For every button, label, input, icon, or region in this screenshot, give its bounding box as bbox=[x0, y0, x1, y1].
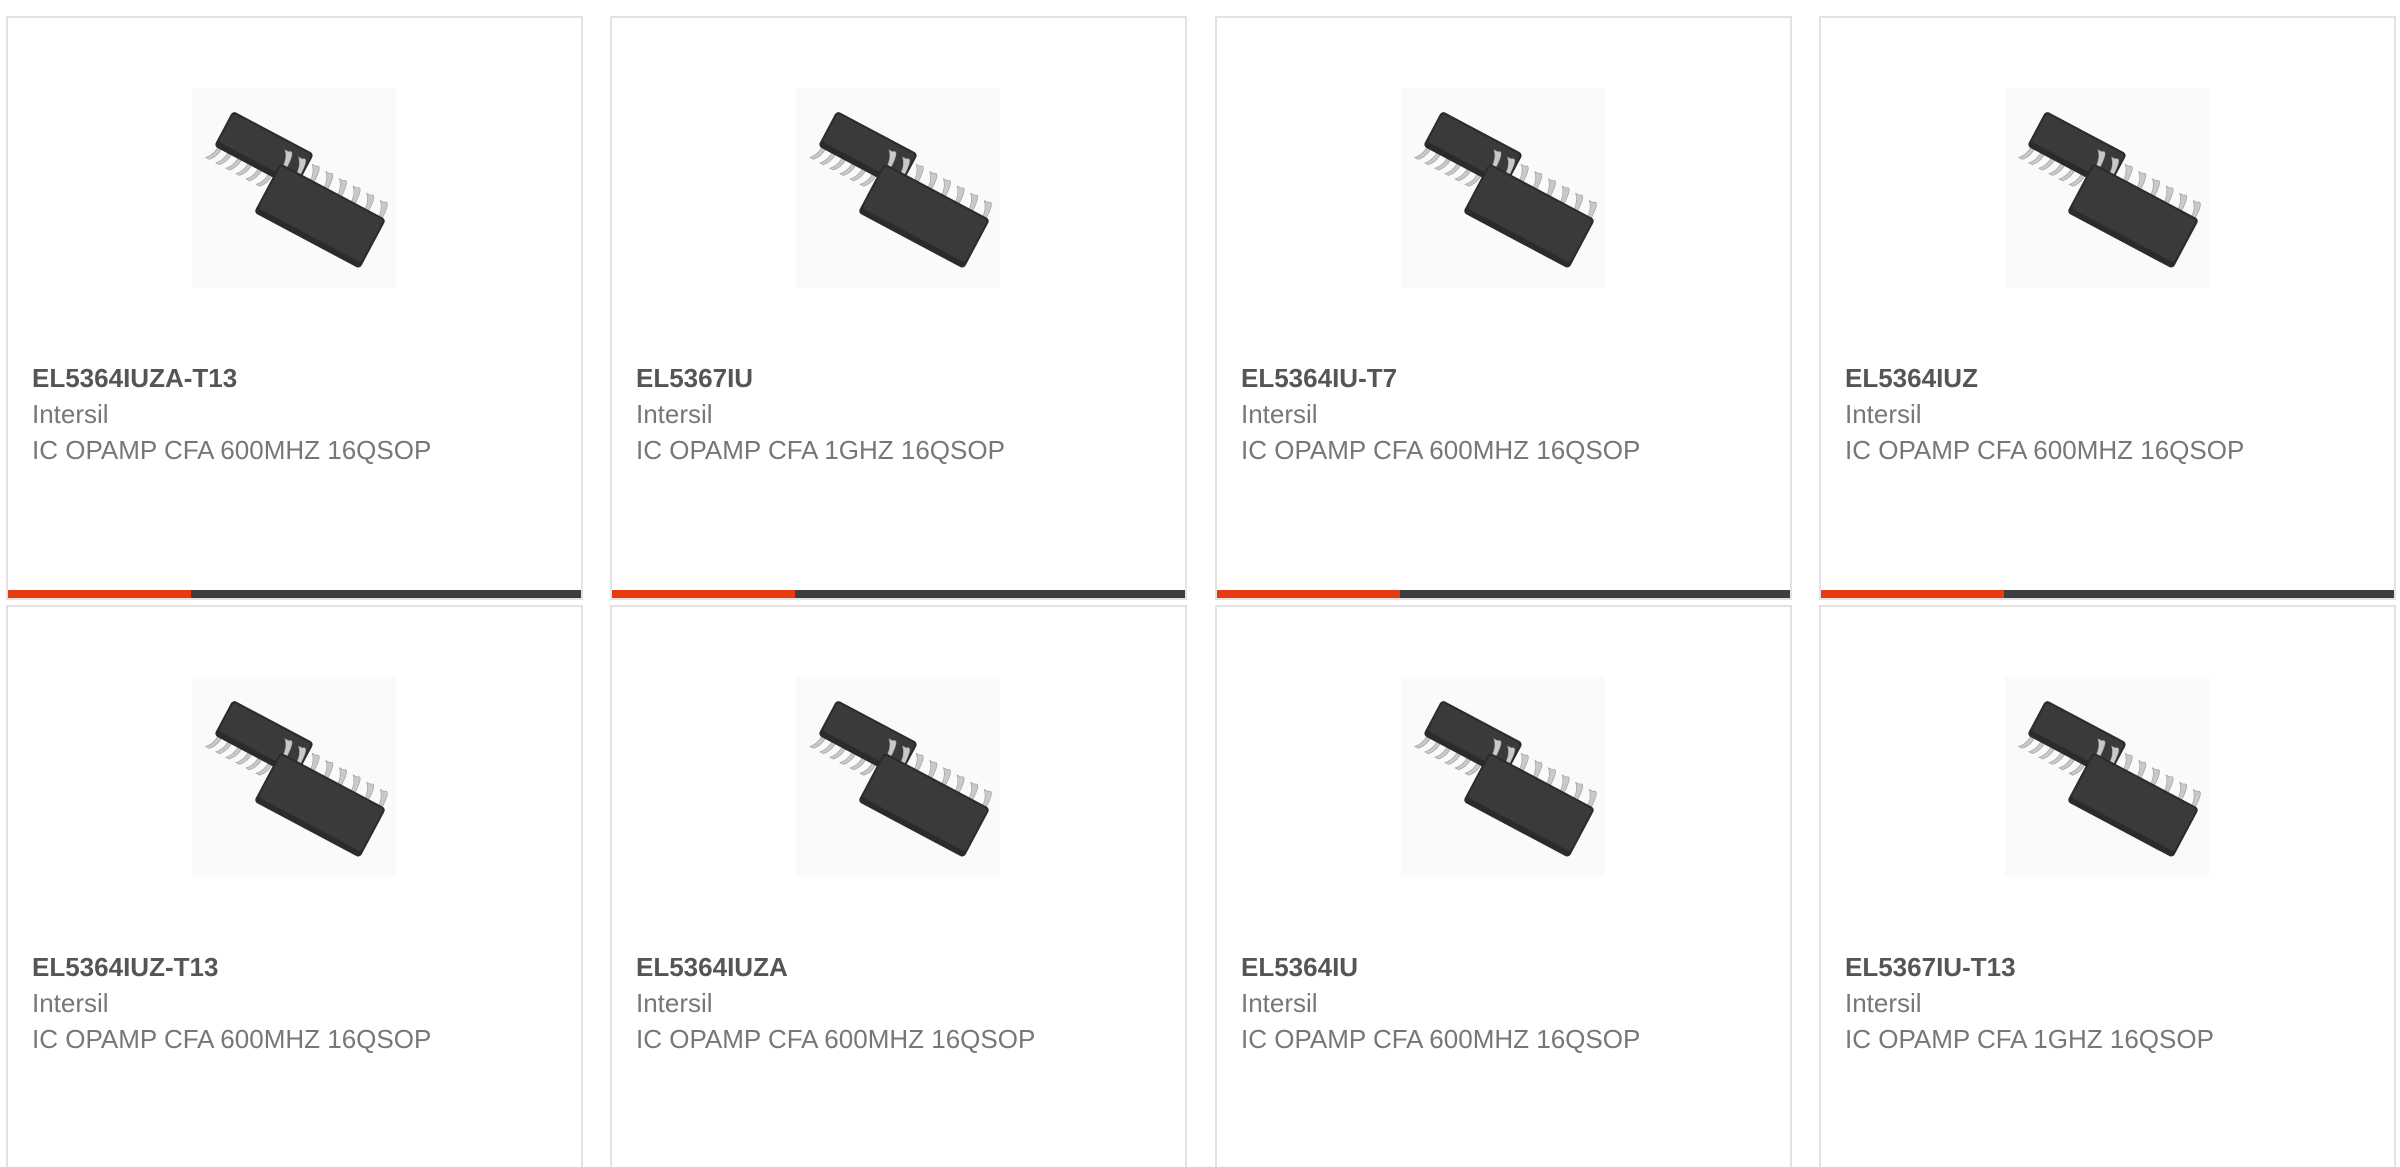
product-card[interactable]: EL5364IUZ Intersil IC OPAMP CFA 600MHZ 1… bbox=[1819, 16, 2396, 600]
product-card[interactable]: EL5367IU-T13 Intersil IC OPAMP CFA 1GHZ … bbox=[1819, 605, 2396, 1167]
card-bar bbox=[1821, 590, 2394, 598]
description: IC OPAMP CFA 600MHZ 16QSOP bbox=[1241, 1024, 1641, 1054]
ic-chip-icon[interactable] bbox=[2005, 88, 2209, 288]
manufacturer: Intersil bbox=[636, 399, 713, 429]
ic-chip-icon[interactable] bbox=[192, 88, 396, 288]
description: IC OPAMP CFA 600MHZ 16QSOP bbox=[1241, 435, 1641, 465]
ic-chip-icon[interactable] bbox=[1401, 88, 1605, 288]
part-number[interactable]: EL5364IUZ-T13 bbox=[32, 949, 472, 985]
product-card[interactable]: EL5364IUZA-T13 Intersil IC OPAMP CFA 600… bbox=[6, 16, 583, 600]
part-number[interactable]: EL5367IU-T13 bbox=[1845, 949, 2285, 985]
ic-chip-icon[interactable] bbox=[796, 677, 1000, 877]
manufacturer: Intersil bbox=[1241, 988, 1318, 1018]
card-bar bbox=[8, 590, 581, 598]
product-card[interactable]: EL5364IUZA Intersil IC OPAMP CFA 600MHZ … bbox=[610, 605, 1187, 1167]
product-info: EL5364IUZ-T13 Intersil IC OPAMP CFA 600M… bbox=[32, 949, 472, 1057]
product-card[interactable]: EL5367IU Intersil IC OPAMP CFA 1GHZ 16QS… bbox=[610, 16, 1187, 600]
product-info: EL5364IU-T7 Intersil IC OPAMP CFA 600MHZ… bbox=[1241, 360, 1681, 468]
manufacturer: Intersil bbox=[32, 399, 109, 429]
card-bar bbox=[612, 590, 1185, 598]
product-info: EL5364IUZA Intersil IC OPAMP CFA 600MHZ … bbox=[636, 949, 1076, 1057]
product-info: EL5367IU-T13 Intersil IC OPAMP CFA 1GHZ … bbox=[1845, 949, 2285, 1057]
description: IC OPAMP CFA 1GHZ 16QSOP bbox=[636, 435, 1005, 465]
manufacturer: Intersil bbox=[1845, 399, 1922, 429]
card-bar-accent bbox=[1821, 590, 2004, 598]
description: IC OPAMP CFA 600MHZ 16QSOP bbox=[32, 1024, 432, 1054]
part-number[interactable]: EL5364IU-T7 bbox=[1241, 360, 1681, 396]
product-info: EL5364IUZ Intersil IC OPAMP CFA 600MHZ 1… bbox=[1845, 360, 2285, 468]
product-info: EL5364IU Intersil IC OPAMP CFA 600MHZ 16… bbox=[1241, 949, 1681, 1057]
description: IC OPAMP CFA 600MHZ 16QSOP bbox=[636, 1024, 1036, 1054]
ic-chip-icon[interactable] bbox=[2005, 677, 2209, 877]
ic-chip-icon[interactable] bbox=[796, 88, 1000, 288]
manufacturer: Intersil bbox=[1241, 399, 1318, 429]
ic-chip-icon[interactable] bbox=[1401, 677, 1605, 877]
product-info: EL5364IUZA-T13 Intersil IC OPAMP CFA 600… bbox=[32, 360, 472, 468]
ic-chip-icon[interactable] bbox=[192, 677, 396, 877]
manufacturer: Intersil bbox=[636, 988, 713, 1018]
description: IC OPAMP CFA 600MHZ 16QSOP bbox=[1845, 435, 2245, 465]
part-number[interactable]: EL5364IUZA bbox=[636, 949, 1076, 985]
card-bar-accent bbox=[8, 590, 191, 598]
product-card[interactable]: EL5364IUZ-T13 Intersil IC OPAMP CFA 600M… bbox=[6, 605, 583, 1167]
manufacturer: Intersil bbox=[1845, 988, 1922, 1018]
part-number[interactable]: EL5367IU bbox=[636, 360, 1076, 396]
product-card[interactable]: EL5364IU-T7 Intersil IC OPAMP CFA 600MHZ… bbox=[1215, 16, 1792, 600]
card-bar-accent bbox=[1217, 590, 1400, 598]
card-bar-accent bbox=[612, 590, 795, 598]
part-number[interactable]: EL5364IUZ bbox=[1845, 360, 2285, 396]
description: IC OPAMP CFA 600MHZ 16QSOP bbox=[32, 435, 432, 465]
manufacturer: Intersil bbox=[32, 988, 109, 1018]
product-grid: EL5364IUZA-T13 Intersil IC OPAMP CFA 600… bbox=[0, 0, 2400, 1167]
part-number[interactable]: EL5364IU bbox=[1241, 949, 1681, 985]
description: IC OPAMP CFA 1GHZ 16QSOP bbox=[1845, 1024, 2214, 1054]
card-bar bbox=[1217, 590, 1790, 598]
part-number[interactable]: EL5364IUZA-T13 bbox=[32, 360, 472, 396]
product-info: EL5367IU Intersil IC OPAMP CFA 1GHZ 16QS… bbox=[636, 360, 1076, 468]
product-card[interactable]: EL5364IU Intersil IC OPAMP CFA 600MHZ 16… bbox=[1215, 605, 1792, 1167]
